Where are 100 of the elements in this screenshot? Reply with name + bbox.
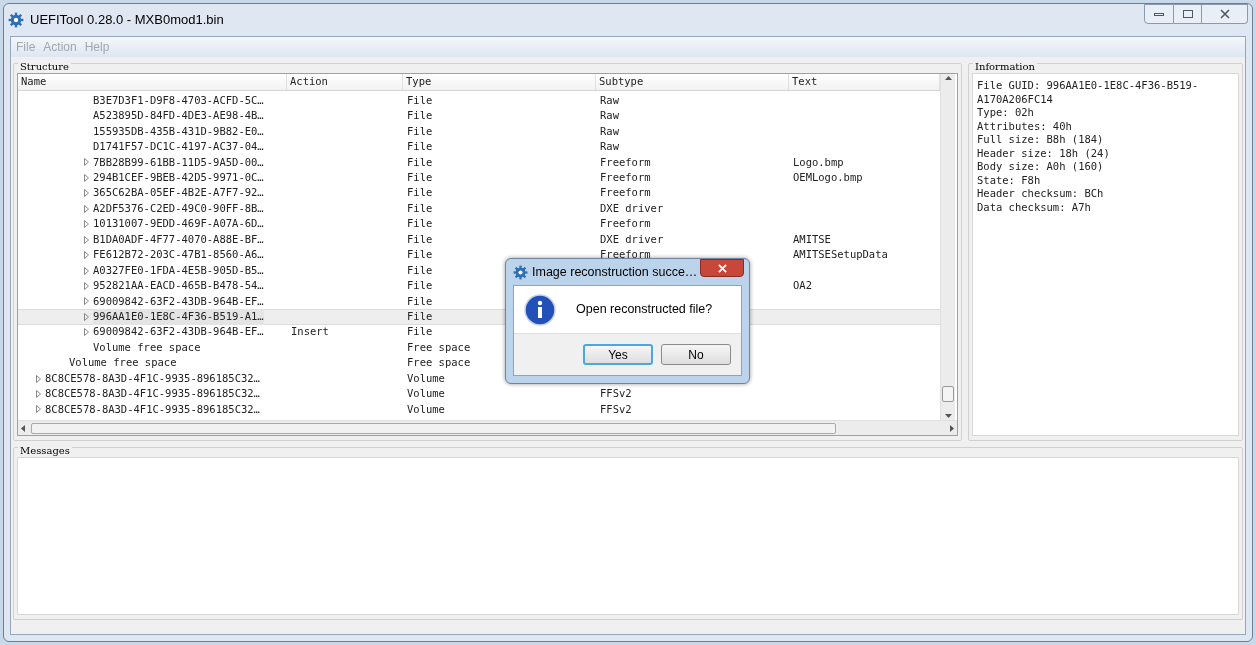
expand-arrow-icon[interactable] (84, 158, 89, 167)
type-cell-text: Volume (407, 370, 445, 386)
type-cell-text: File (407, 185, 433, 201)
type-cell-text: File (407, 200, 433, 216)
column-header[interactable]: Action (287, 74, 403, 90)
maximize-button[interactable] (1174, 4, 1202, 24)
action-cell-text: Insert (291, 324, 329, 340)
name-cell[interactable]: B3E7D3F1-D9F8-4703-ACFD-5C… (93, 92, 264, 109)
subtype-cell: Freeform (600, 170, 651, 186)
subtype-cell: Raw (600, 139, 619, 155)
name-cell[interactable]: A2DF5376-C2ED-49C0-90FF-8B… (93, 200, 264, 217)
text-cell: AMITSESetupData (793, 247, 888, 263)
expand-arrow-icon[interactable] (84, 220, 89, 229)
type-cell-text: File (407, 231, 433, 247)
scroll-down-arrow-icon[interactable] (944, 414, 952, 418)
scrollbar-thumb[interactable] (942, 386, 954, 402)
subtype-cell-text: Freeform (600, 185, 651, 201)
dialog-title: Image reconstruction succe… (532, 263, 698, 281)
vertical-scrollbar[interactable] (940, 74, 955, 420)
type-cell-text: File (407, 293, 433, 309)
subtype-cell-text: FFSv2 (600, 401, 632, 417)
subtype-cell-text: Raw (600, 123, 619, 139)
subtype-cell-text: Freeform (600, 216, 651, 232)
type-cell: File (407, 170, 433, 186)
type-cell-text: Free space (407, 339, 471, 355)
horizontal-scrollbar[interactable] (18, 420, 957, 435)
panel-title: Information (973, 62, 1037, 72)
close-icon (1219, 9, 1230, 19)
name-cell[interactable]: 8C8CE578-8A3D-4F1C-9935-896185C32… (45, 386, 260, 402)
subtype-cell-text: Raw (600, 108, 619, 124)
name-cell[interactable]: 365C62BA-05EF-4B2E-A7F7-92… (93, 185, 264, 202)
type-cell-text: File (407, 324, 433, 340)
type-cell-text: File (407, 308, 433, 324)
name-cell[interactable]: 294B1CEF-9BEB-42D5-9971-0C… (93, 170, 264, 186)
name-cell[interactable]: A0327FE0-1FDA-4E5B-905D-B5… (93, 262, 264, 279)
name-cell[interactable]: Volume free space (93, 339, 201, 356)
name-cell[interactable]: 952821AA-EACD-465B-B478-54… (93, 278, 264, 294)
window-title: UEFITool 0.28.0 - MXB0mod1.bin (30, 11, 224, 30)
expand-arrow-icon[interactable] (36, 390, 41, 399)
panel-title: Messages (18, 446, 72, 456)
name-cell[interactable]: 155935DB-435B-431D-9B82-E0… (93, 123, 264, 140)
type-cell: File (407, 278, 433, 294)
dialog-button[interactable]: Yes (583, 344, 653, 365)
expand-arrow-icon[interactable] (84, 189, 89, 198)
type-cell-text: File (407, 123, 433, 139)
subtype-cell-text: Raw (600, 92, 619, 108)
subtype-cell-text: Freeform (600, 154, 651, 170)
dialog-button[interactable]: No (661, 344, 731, 365)
type-cell: Volume (407, 386, 445, 402)
expand-arrow-icon[interactable] (84, 328, 89, 337)
expand-arrow-icon[interactable] (84, 251, 89, 260)
scroll-left-arrow-icon[interactable] (21, 424, 25, 432)
text-cell: OA2 (793, 278, 812, 294)
name-cell[interactable]: 996AA1E0-1E8C-4F36-B519-A1… (93, 308, 264, 325)
subtype-cell-text: DXE driver (600, 200, 664, 216)
text-cell: OEMLogo.bmp (793, 170, 863, 186)
expand-arrow-icon[interactable] (84, 173, 89, 182)
column-header[interactable]: Type (403, 74, 596, 90)
text-cell-text: Logo.bmp (793, 154, 844, 170)
type-cell-text: File (407, 92, 433, 108)
minimize-button[interactable] (1144, 4, 1174, 24)
name-cell[interactable]: 69009842-63F2-43DB-964B-EF… (93, 324, 264, 341)
scrollbar-thumb[interactable] (31, 422, 836, 434)
name-cell[interactable]: 7BB28B99-61BB-11D5-9A5D-00… (93, 154, 264, 171)
text-cell-text: AMITSE (793, 231, 831, 247)
name-cell[interactable]: FE612B72-203C-47B1-8560-A6… (93, 247, 264, 263)
name-cell[interactable]: Volume free space (69, 355, 177, 372)
gear-icon (8, 12, 24, 28)
type-cell-text: File (407, 262, 433, 278)
expand-arrow-icon[interactable] (36, 405, 41, 414)
information-text: File GUID: 996AA1E0-1E8C-4F36-B519- A170A206FC14 Type: 02h Attributes: 40h Full size: B8h (184) Header size: 18h (24) Body size: A0h (160) State: F8h Header checksum: BCh Data checksum: A7h (972, 73, 1239, 436)
scroll-up-arrow-icon[interactable] (944, 76, 952, 80)
type-cell-text: File (407, 154, 433, 170)
expand-arrow-icon[interactable] (84, 297, 89, 306)
expand-arrow-icon[interactable] (84, 266, 89, 275)
name-cell[interactable]: 8C8CE578-8A3D-4F1C-9935-896185C32… (45, 401, 260, 418)
type-cell-text: Free space (407, 355, 471, 371)
type-cell: File (407, 139, 433, 155)
type-cell: File (407, 247, 433, 263)
expand-arrow-icon[interactable] (84, 204, 89, 213)
scroll-right-arrow-icon[interactable] (950, 424, 954, 432)
column-header[interactable]: Name (18, 74, 287, 90)
name-cell[interactable]: A523895D-84FD-4DE3-AE98-4B… (93, 108, 264, 125)
name-cell[interactable]: 69009842-63F2-43DB-964B-EF… (93, 293, 264, 310)
name-cell[interactable]: 8C8CE578-8A3D-4F1C-9935-896185C32… (45, 370, 260, 387)
expand-arrow-icon[interactable] (84, 312, 89, 321)
type-cell-text: Volume (407, 401, 445, 417)
expand-arrow-icon[interactable] (36, 374, 41, 383)
column-header[interactable]: Subtype (596, 74, 789, 90)
expand-arrow-icon[interactable] (84, 281, 89, 290)
close-button[interactable] (700, 259, 744, 277)
panel-title: Structure (18, 62, 71, 72)
name-cell[interactable]: D1741F57-DC1C-4197-AC37-04… (93, 139, 264, 155)
dialog-message: Open reconstructed file? (576, 301, 713, 319)
subtype-cell: Freeform (600, 247, 651, 263)
name-cell[interactable]: B1DA0ADF-4F77-4070-A88E-BF… (93, 231, 264, 248)
type-cell-text: File (407, 108, 433, 124)
name-cell[interactable]: 10131007-9EDD-469F-A07A-6D… (93, 216, 264, 233)
expand-arrow-icon[interactable] (84, 235, 89, 244)
close-icon (717, 263, 727, 273)
